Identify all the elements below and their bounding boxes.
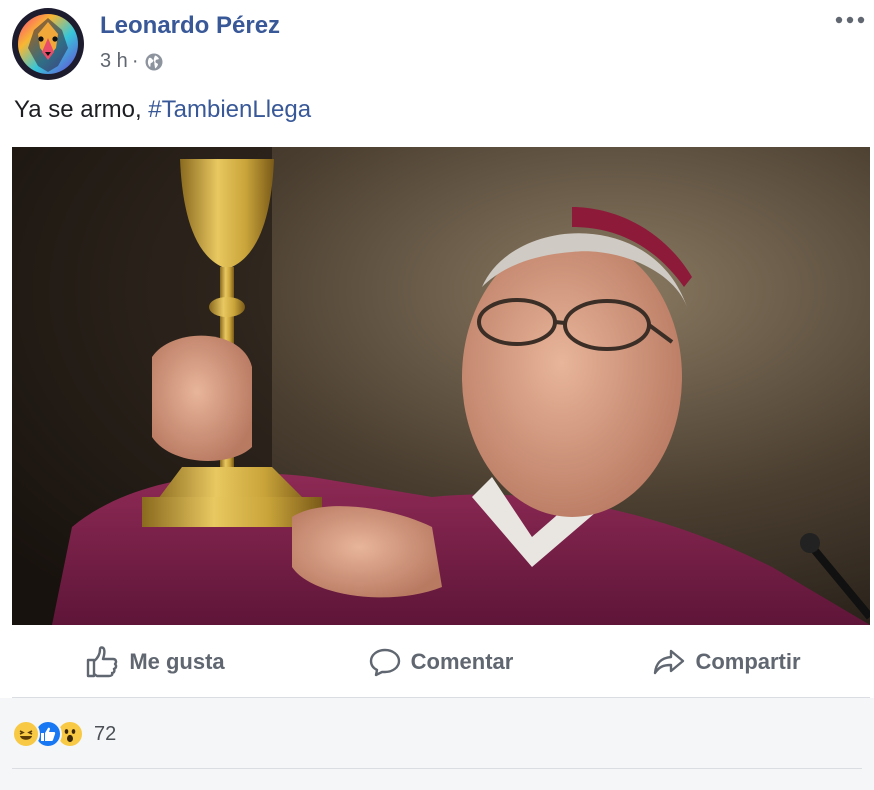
author-name[interactable]: Leonardo Pérez: [100, 12, 280, 40]
like-button[interactable]: Me gusta: [12, 626, 298, 697]
comment-label: Comentar: [410, 648, 514, 674]
share-button[interactable]: Compartir: [584, 626, 870, 697]
globe-icon[interactable]: [144, 52, 164, 72]
post-meta: 3 h ·: [100, 50, 164, 73]
more-options-button[interactable]: [832, 8, 868, 32]
post-timestamp[interactable]: 3 h: [100, 50, 128, 73]
photo-image: [12, 147, 870, 625]
footer-divider: [12, 768, 862, 769]
reactions-summary[interactable]: 72: [12, 720, 116, 748]
share-label: Compartir: [695, 648, 801, 674]
thumbs-up-icon: [87, 645, 118, 677]
post-text-body: Ya se armo,: [14, 96, 149, 123]
share-icon: [654, 649, 685, 674]
hashtag-link[interactable]: #TambienLlega: [148, 96, 311, 123]
post-footer: 72: [0, 698, 874, 790]
author-avatar[interactable]: [12, 8, 84, 80]
meta-separator: ·: [131, 50, 139, 72]
post-photo[interactable]: [12, 147, 870, 625]
feed-post: Leonardo Pérez 3 h · Ya se armo, #Tambie…: [0, 0, 874, 790]
post-text: Ya se armo, #TambienLlega: [14, 96, 311, 124]
lion-avatar-icon: [12, 8, 84, 80]
haha-reaction-icon: [12, 720, 40, 748]
like-label: Me gusta: [129, 648, 225, 674]
comment-button[interactable]: Comentar: [298, 626, 584, 697]
post-actions: Me gusta Comentar Compartir: [12, 626, 870, 698]
ellipsis-icon: [835, 16, 865, 24]
reaction-count: 72: [94, 722, 117, 745]
comment-icon: [369, 648, 400, 676]
